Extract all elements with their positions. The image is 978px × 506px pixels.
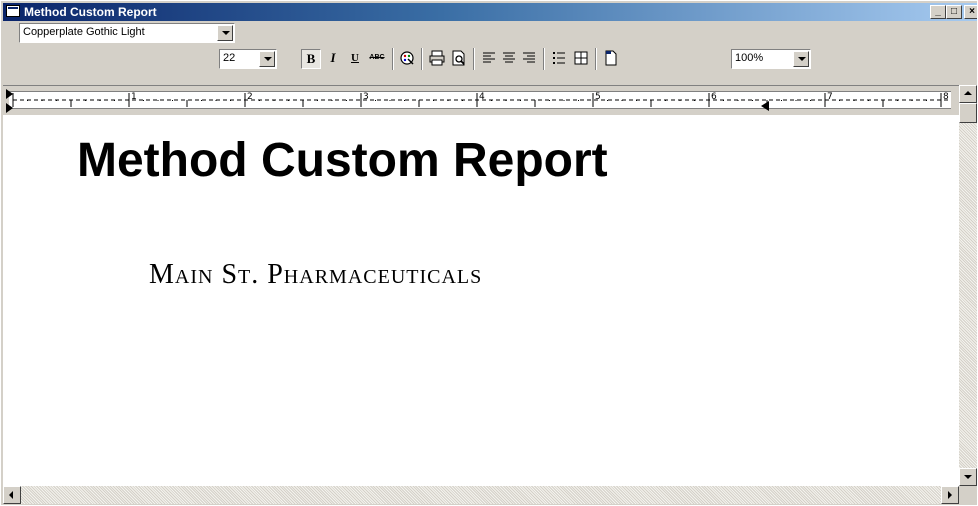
print-preview-button[interactable] xyxy=(449,49,469,69)
table-button[interactable] xyxy=(571,49,591,69)
font-size-select[interactable]: 22 xyxy=(219,49,277,69)
align-right-icon xyxy=(523,52,535,63)
ruler-ticks: 1 2 3 4 5 6 7 8 xyxy=(12,92,949,107)
bullet-list-icon xyxy=(553,52,565,64)
toolbar-separator xyxy=(392,48,394,70)
document-area[interactable]: Method Custom Report Main St. Pharmaceut… xyxy=(3,115,959,486)
underline-icon: U xyxy=(351,52,359,64)
print-icon xyxy=(429,50,445,66)
zoom-select[interactable]: 100% xyxy=(731,49,811,69)
page-setup-icon xyxy=(605,50,617,66)
ruler-number: 7 xyxy=(827,92,833,102)
close-button[interactable]: × xyxy=(964,5,977,19)
report-heading: Method Custom Report xyxy=(77,134,608,187)
print-button[interactable] xyxy=(427,49,447,69)
ruler-number: 3 xyxy=(363,92,369,102)
print-preview-icon xyxy=(452,50,465,66)
window-app-icon xyxy=(6,5,20,17)
vertical-scroll-thumb[interactable] xyxy=(959,103,977,123)
bullet-list-button[interactable] xyxy=(549,49,569,69)
horizontal-scrollbar[interactable] xyxy=(3,486,959,504)
italic-button[interactable]: I xyxy=(323,49,343,69)
page-setup-button[interactable] xyxy=(601,49,621,69)
vertical-scrollbar[interactable] xyxy=(959,85,977,486)
scroll-up-button[interactable] xyxy=(959,85,977,103)
toolbar-separator xyxy=(595,48,597,70)
ruler-number: 2 xyxy=(247,92,253,102)
toolbar-separator xyxy=(421,48,423,70)
color-palette-icon xyxy=(400,51,414,65)
italic-icon: I xyxy=(330,50,336,65)
left-indent-marker[interactable] xyxy=(5,88,15,114)
ruler-number: 8 xyxy=(943,92,949,102)
font-name-select[interactable]: Copperplate Gothic Light xyxy=(19,23,235,43)
toolbar-separator xyxy=(543,48,545,70)
ruler-number: 1 xyxy=(131,92,137,102)
bold-button[interactable]: B xyxy=(301,49,321,69)
bold-icon: B xyxy=(306,51,316,66)
table-icon xyxy=(574,51,588,65)
maximize-button[interactable]: □ xyxy=(946,5,962,19)
align-right-button[interactable] xyxy=(519,49,539,69)
align-left-icon xyxy=(483,52,495,63)
toolbar: Copperplate Gothic Light 22 B I U ABC 10… xyxy=(3,23,977,79)
zoom-value: 100% xyxy=(735,52,764,64)
align-center-icon xyxy=(503,52,515,63)
font-size-value: 22 xyxy=(223,52,236,64)
strikethrough-icon: ABC xyxy=(369,54,385,61)
scroll-right-button[interactable] xyxy=(941,486,959,504)
font-size-dropdown-arrow[interactable] xyxy=(259,51,275,67)
ruler-strip: 1 2 3 4 5 6 7 8 xyxy=(9,91,951,109)
company-name: Main St. Pharmaceuticals xyxy=(149,259,483,290)
align-left-button[interactable] xyxy=(479,49,499,69)
zoom-dropdown-arrow[interactable] xyxy=(793,51,809,67)
font-name-value: Copperplate Gothic Light xyxy=(23,26,145,38)
title-bar[interactable]: Method Custom Report _ □ × xyxy=(3,3,977,21)
ruler[interactable]: 1 2 3 4 5 6 7 8 xyxy=(3,85,959,115)
right-indent-marker[interactable] xyxy=(760,100,770,112)
underline-button[interactable]: U xyxy=(345,49,365,69)
report-window: Method Custom Report _ □ × Copperplate G… xyxy=(0,0,978,506)
minimize-button[interactable]: _ xyxy=(930,5,946,19)
ruler-number: 5 xyxy=(595,92,601,102)
ruler-number: 4 xyxy=(479,92,485,102)
ruler-number: 6 xyxy=(711,92,717,102)
color-button[interactable] xyxy=(397,49,417,69)
window-title: Method Custom Report xyxy=(24,5,157,19)
scroll-down-button[interactable] xyxy=(959,468,977,486)
scroll-left-button[interactable] xyxy=(3,486,21,504)
align-center-button[interactable] xyxy=(499,49,519,69)
font-name-dropdown-arrow[interactable] xyxy=(217,25,233,41)
strikethrough-button[interactable]: ABC xyxy=(365,49,389,69)
scrollbar-corner xyxy=(959,486,977,504)
toolbar-separator xyxy=(473,48,475,70)
